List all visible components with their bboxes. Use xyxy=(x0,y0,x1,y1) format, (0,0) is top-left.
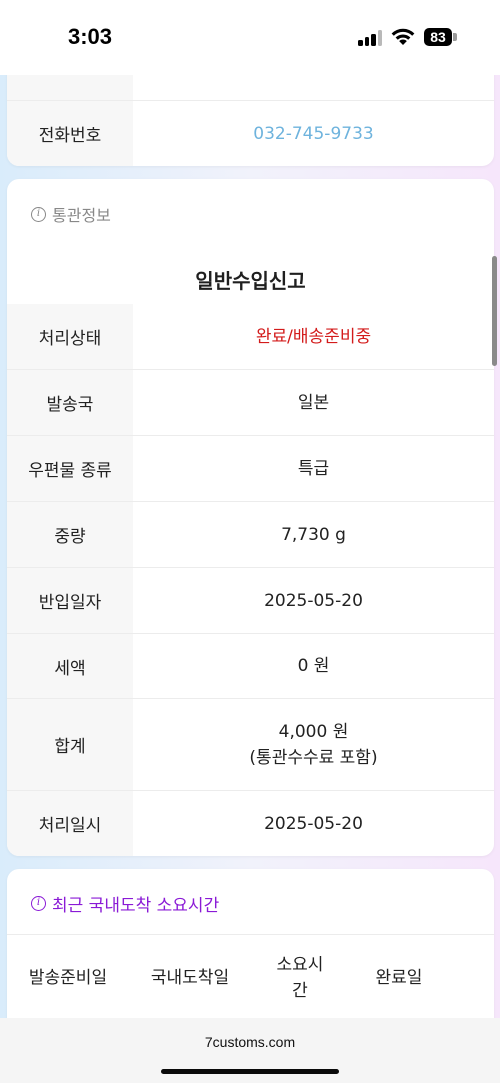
status-value: 완료/배송준비중 xyxy=(255,326,372,347)
row-label: 발송국 xyxy=(7,370,133,435)
row-value: 4,000 원 (통관수수료 포함) xyxy=(133,699,494,790)
table-row-import-date: 반입일자 2025-05-20 xyxy=(7,568,494,634)
row-label: 처리일시 xyxy=(7,791,133,856)
table-row-origin: 발송국 일본 xyxy=(7,370,494,436)
table-row-processed: 처리일시 2025-05-20 xyxy=(7,791,494,856)
section-title: 통관정보 xyxy=(52,206,111,225)
battery-tip xyxy=(453,33,457,41)
column-header: 발송준비일 xyxy=(28,968,108,988)
row-value: 특급 xyxy=(297,458,330,479)
row-label: 중량 xyxy=(7,502,133,567)
phone-label: 전화번호 xyxy=(7,101,133,166)
customs-info-card: i 통관정보 일반수입신고 처리상태 완료/배송준비중 발송국 일본 우편물 종… xyxy=(7,179,494,856)
section-title: 최근 국내도착 소요시간 xyxy=(52,896,220,916)
table-row-tax: 세액 0 원 xyxy=(7,634,494,699)
cellular-signal-icon xyxy=(358,29,384,46)
table-row-mail-type: 우편물 종류 특급 xyxy=(7,436,494,502)
column-header-duration: 소요시 간 xyxy=(251,935,349,1021)
column-header: 국내도착일 xyxy=(150,968,230,988)
total-note: (통관수수료 포함) xyxy=(249,747,378,768)
status-time: 3:03 xyxy=(68,24,113,49)
row-label: 우편물 종류 xyxy=(7,436,133,501)
phone-link[interactable]: 032-745-9733 xyxy=(133,101,494,166)
info-icon: i xyxy=(31,206,46,222)
row-value: 2025-05-20 xyxy=(264,590,363,611)
table-row-total: 합계 4,000 원 (통관수수료 포함) xyxy=(7,699,494,791)
arrival-table-header: 발송준비일 국내도착일 소요시 간 완료일 xyxy=(7,934,494,1020)
arrival-section-header: i 최근 국내도착 소요시간 xyxy=(31,891,219,916)
column-header-line: 간 xyxy=(292,981,308,1001)
browser-address-bar[interactable]: 7customs.com xyxy=(0,1018,500,1083)
row-value: 일본 xyxy=(297,392,330,413)
table-row: 전화번호 032-745-9733 xyxy=(7,101,494,166)
row-value: 2025-05-20 xyxy=(264,813,363,834)
row-label: 세액 xyxy=(7,634,133,698)
total-amount: 4,000 원 xyxy=(278,721,349,742)
row-label: 반입일자 xyxy=(7,568,133,633)
battery-icon: 83 xyxy=(424,28,452,46)
row-value: 0 원 xyxy=(297,656,330,676)
column-header-line: 소요시 xyxy=(276,955,324,975)
table-row-status: 처리상태 완료/배송준비중 xyxy=(7,304,494,370)
customs-section-header: i 통관정보 xyxy=(31,202,111,226)
column-header: 완료일 xyxy=(375,968,423,988)
home-indicator[interactable] xyxy=(161,1069,339,1074)
row-label: 처리상태 xyxy=(7,304,133,369)
table-row-weight: 중량 7,730 g xyxy=(7,502,494,568)
row-label: 합계 xyxy=(7,699,133,790)
scrollbar-thumb[interactable] xyxy=(492,256,497,366)
info-icon: i xyxy=(31,896,46,911)
row-value: 7,730 g xyxy=(281,524,346,545)
declaration-type: 일반수입신고 xyxy=(195,269,306,293)
status-bar: 3:03 83 xyxy=(0,0,500,75)
url-text[interactable]: 7customs.com xyxy=(0,1034,500,1050)
wifi-icon xyxy=(391,28,415,45)
